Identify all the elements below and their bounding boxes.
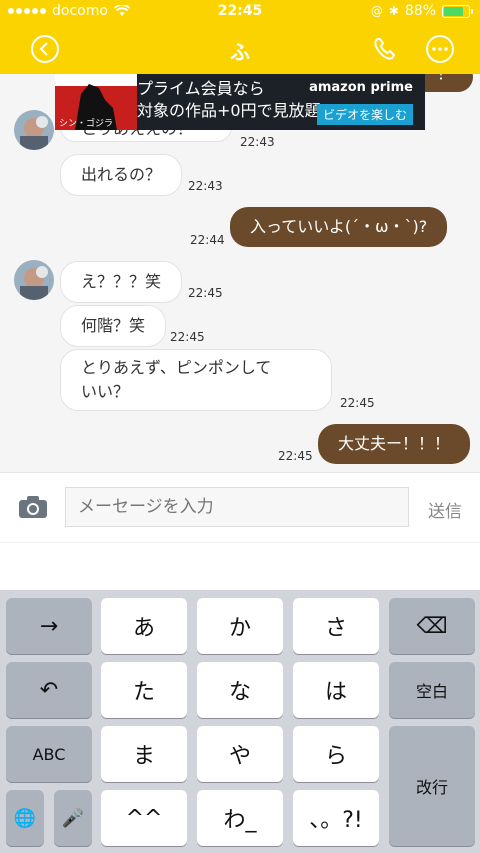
send-button[interactable]: 送信 <box>428 497 462 522</box>
key-ta[interactable]: た <box>101 662 187 718</box>
message-time: 22:45 <box>170 330 205 344</box>
battery-icon <box>442 4 473 18</box>
bluetooth-icon: ✱ <box>388 4 399 18</box>
chat-title: ふ <box>230 40 250 64</box>
message-input[interactable] <box>76 488 400 526</box>
abc-key[interactable]: ABC <box>6 726 92 782</box>
avatar[interactable] <box>14 110 54 150</box>
lock-rotation-icon: @ <box>370 4 383 18</box>
message-time: 22:44 <box>190 233 225 247</box>
message-composer: 送信 <box>0 472 480 543</box>
key-a[interactable]: あ <box>101 598 187 654</box>
message-bubble-outgoing[interactable]: 大丈夫ー！！！ <box>318 424 471 464</box>
message-bubble-incoming[interactable]: とりあえず、ピンポンして いい？ <box>60 349 332 411</box>
ad-poster-image: シン・ゴジラ <box>55 74 137 130</box>
space-key[interactable]: 空白 <box>389 662 475 718</box>
composer-spacer <box>0 542 480 591</box>
ad-banner[interactable]: シン・ゴジラ プライム会員なら 対象の作品+0円で見放題! amazon pri… <box>55 74 425 130</box>
key-ka[interactable]: か <box>197 598 283 654</box>
camera-icon[interactable] <box>18 495 48 519</box>
message-time: 22:45 <box>278 449 313 463</box>
message-time: 22:45 <box>188 286 223 300</box>
message-list[interactable]: ！ とりあええの？ 22:43 出れるの？ 22:43 入っていいよ(´・ω・`… <box>0 74 480 472</box>
return-key[interactable]: 改行 <box>389 726 475 846</box>
message-time: 22:45 <box>340 396 375 410</box>
message-time: 22:43 <box>240 135 275 149</box>
keyboard: → あ か さ ⌫ ↶ た な は 空白 ABC ま や ら 改行 🌐 🎤 ^^… <box>0 590 480 853</box>
message-input-box[interactable] <box>65 487 409 527</box>
more-options-icon[interactable] <box>425 34 455 64</box>
message-bubble-incoming[interactable]: え？？？笑 <box>60 261 183 303</box>
message-time: 22:43 <box>188 179 223 193</box>
battery-percent: 88% <box>404 3 436 19</box>
ad-cta-button[interactable]: ビデオを楽しむ <box>316 104 413 125</box>
key-wa[interactable]: わ_ <box>197 790 283 846</box>
message-bubble-outgoing[interactable]: 入っていいよ(´・ω・`)? <box>230 207 448 247</box>
chat-header: ふ <box>0 24 480 74</box>
key-ma[interactable]: ま <box>101 726 187 782</box>
globe-icon[interactable]: 🌐 <box>6 790 44 846</box>
key-ra[interactable]: ら <box>293 726 379 782</box>
key-sa[interactable]: さ <box>293 598 379 654</box>
key-ya[interactable]: や <box>197 726 283 782</box>
arrow-right-key[interactable]: → <box>6 598 92 654</box>
key-emoticon[interactable]: ^^ <box>101 790 187 846</box>
key-punctuation[interactable]: 、。?! <box>293 790 379 846</box>
message-bubble-incoming[interactable]: 何階？笑 <box>60 305 167 347</box>
status-bar: docomo 22:45 @ ✱ 88% <box>0 0 480 24</box>
message-bubble-incoming[interactable]: 出れるの？ <box>60 154 183 196</box>
ad-line2: 対象の作品+0円で見放題! <box>137 101 328 120</box>
microphone-icon[interactable]: 🎤 <box>54 790 92 846</box>
phone-icon[interactable] <box>370 34 400 64</box>
key-ha[interactable]: は <box>293 662 379 718</box>
undo-key[interactable]: ↶ <box>6 662 92 718</box>
avatar[interactable] <box>14 260 54 300</box>
backspace-key[interactable]: ⌫ <box>389 598 475 654</box>
ad-line1: プライム会員なら <box>137 79 265 98</box>
key-na[interactable]: な <box>197 662 283 718</box>
ad-brand: amazon prime <box>309 80 413 95</box>
svg-text:シン・ゴジラ: シン・ゴジラ <box>59 117 113 129</box>
